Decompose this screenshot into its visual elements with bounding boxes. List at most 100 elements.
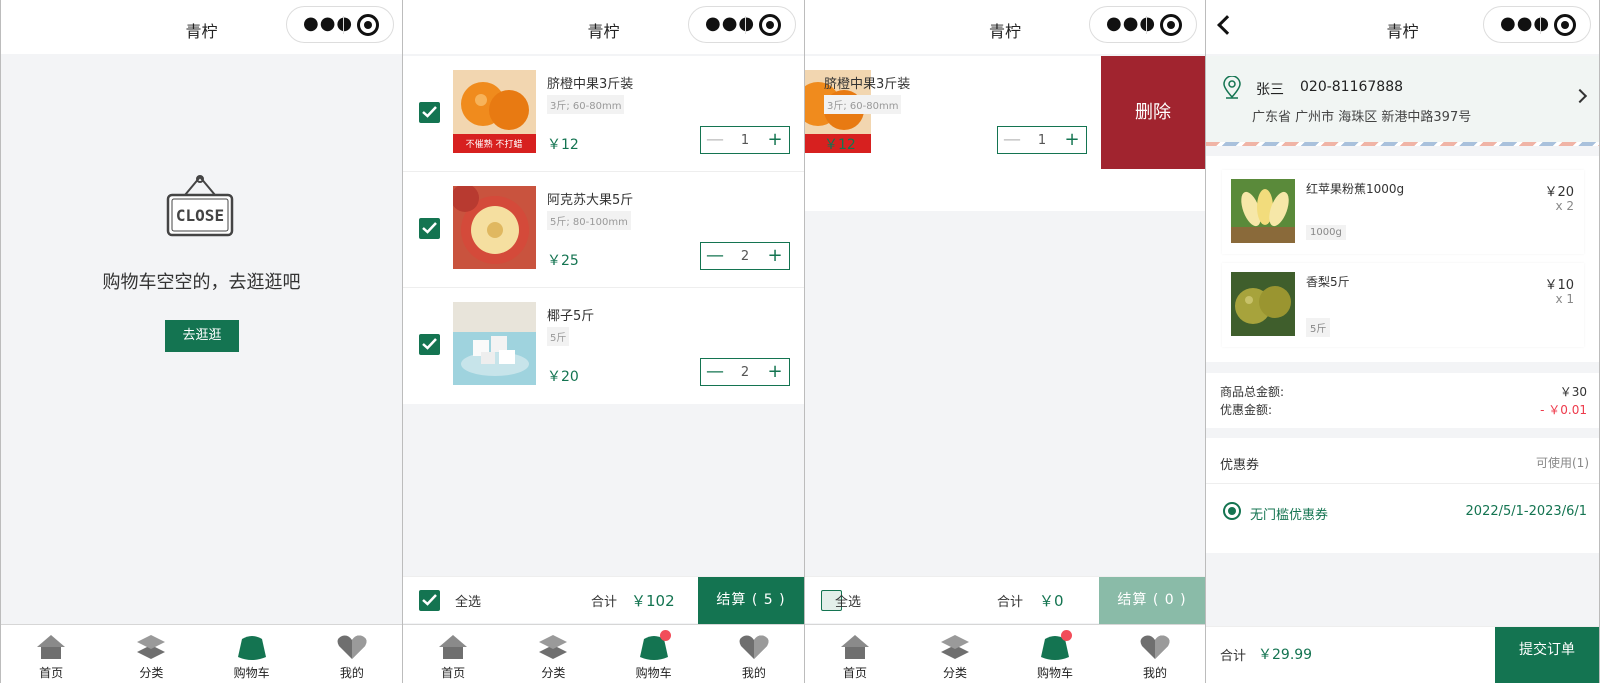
- mini-program-capsule: ●●●: [286, 6, 394, 43]
- coupon-validity: 2022/5/1-2023/6/1: [1465, 504, 1587, 519]
- increase-button[interactable]: +: [1058, 127, 1086, 153]
- more-dots-icon[interactable]: ●●●: [303, 15, 353, 33]
- cart-item: 阿克苏大果5斤 5斤; 80-100mm ￥25 — 2 +: [403, 172, 804, 288]
- coupon-name[interactable]: 无门槛优惠券: [1250, 504, 1328, 523]
- product-image-orange[interactable]: 不催熟 不打蜡: [453, 70, 536, 153]
- address-detail: 广东省 广州市 海珠区 新港中路397号: [1252, 110, 1472, 125]
- item-quantity: x 1: [1555, 292, 1574, 306]
- screen-cart-swipe: 青柠 ●●● 脐橙中果3斤装 3斤; 60-80mm ￥12 — 1 + 删除 …: [804, 0, 1205, 683]
- record-target-icon[interactable]: [1160, 14, 1182, 36]
- more-dots-icon[interactable]: ●●●: [1500, 15, 1550, 33]
- item-spec: 1000g: [1306, 225, 1346, 240]
- cart-badge: [659, 630, 671, 641]
- item-name: 脐橙中果3斤装: [824, 77, 911, 92]
- tab-mine[interactable]: 我的: [1105, 625, 1205, 683]
- tab-label-cart: 购物车: [233, 666, 270, 680]
- more-dots-icon[interactable]: ●●●: [1106, 15, 1156, 33]
- tab-label-home: 首页: [441, 666, 466, 680]
- record-target-icon[interactable]: [1554, 14, 1576, 36]
- quantity-stepper: — 2 +: [700, 242, 790, 270]
- coupon-radio[interactable]: [1223, 502, 1241, 520]
- screen-order-confirm: 青柠 ●●● 张三 020-81167888 广东省 广州市 海珠区 新港中路3…: [1205, 0, 1600, 683]
- check-icon: [422, 338, 437, 350]
- checkout-button[interactable]: 结算 ( 5 ): [698, 577, 804, 624]
- tab-mine[interactable]: 我的: [302, 625, 402, 683]
- submit-order-button[interactable]: 提交订单: [1495, 627, 1599, 683]
- item-price: ￥25: [547, 253, 579, 269]
- discount-value: - ￥0.01: [1540, 403, 1587, 417]
- checkout-button[interactable]: 结算 ( 0 ): [1099, 577, 1205, 624]
- cart-item: 不催熟 不打蜡 脐橙中果3斤装 3斤; 60-80mm ￥12 — 1 +: [403, 56, 804, 172]
- tab-home[interactable]: 首页: [403, 625, 503, 683]
- quantity-value[interactable]: 2: [729, 365, 761, 380]
- item-price: ￥12: [824, 137, 856, 153]
- decrease-button[interactable]: —: [998, 127, 1026, 153]
- tab-cart[interactable]: 购物车: [202, 625, 302, 683]
- coupon-available: 可使用(1): [1536, 456, 1589, 470]
- tab-cart[interactable]: 购物车: [1005, 625, 1105, 683]
- goods-total-label: 商品总金额:: [1220, 385, 1285, 399]
- nav-bar: 青柠 ●●●: [403, 0, 804, 54]
- increase-button[interactable]: +: [761, 243, 789, 269]
- category-layers-icon: [539, 635, 568, 659]
- tab-category[interactable]: 分类: [101, 625, 201, 683]
- tab-category[interactable]: 分类: [905, 625, 1005, 683]
- tab-mine[interactable]: 我的: [704, 625, 804, 683]
- capsule-divider: [1540, 16, 1541, 34]
- increase-button[interactable]: +: [761, 359, 789, 385]
- nav-bar: 青柠 ●●●: [1206, 0, 1599, 54]
- more-dots-icon[interactable]: ●●●: [705, 15, 755, 33]
- category-layers-icon: [941, 635, 969, 659]
- tab-label-category: 分类: [139, 666, 164, 680]
- tab-label-mine: 我的: [741, 666, 766, 680]
- tab-label-mine: 我的: [339, 666, 364, 680]
- decrease-button[interactable]: —: [701, 243, 729, 269]
- tab-cart[interactable]: 购物车: [604, 625, 704, 683]
- tab-home[interactable]: 首页: [1, 625, 101, 683]
- heart-profile-icon: [337, 635, 367, 659]
- swiped-cart-item: 脐橙中果3斤装 3斤; 60-80mm ￥12 — 1 + 删除: [805, 56, 1205, 211]
- order-item: 香梨5斤 5斤 ￥10 x 1: [1222, 263, 1584, 347]
- item-name: 红苹果粉蕉1000g: [1306, 182, 1405, 196]
- check-icon: [422, 222, 437, 234]
- cart-list: 不催熟 不打蜡 脐橙中果3斤装 3斤; 60-80mm ￥12 — 1 + 阿克…: [403, 56, 804, 404]
- tab-category[interactable]: 分类: [503, 625, 603, 683]
- mini-program-capsule: ●●●: [1089, 6, 1197, 43]
- select-all-label[interactable]: 全选: [835, 591, 861, 610]
- item-spec: 3斤; 60-80mm: [824, 95, 902, 114]
- check-icon: [422, 106, 437, 118]
- recipient-phone: 020-81167888: [1300, 79, 1404, 95]
- item-checkbox[interactable]: [419, 218, 440, 239]
- product-image-coconut[interactable]: [453, 302, 536, 385]
- select-all-checkbox[interactable]: [419, 590, 440, 611]
- go-shopping-button[interactable]: 去逛逛: [165, 320, 239, 352]
- close-sign-icon: CLOSE: [166, 175, 234, 237]
- capsule-divider: [1146, 16, 1147, 34]
- total-amount: ￥102: [631, 592, 675, 610]
- product-image-apple[interactable]: [453, 186, 536, 269]
- select-all-label[interactable]: 全选: [455, 591, 481, 610]
- screen-cart: 青柠 ●●● 不催熟 不打蜡 脐橙中果3斤装 3斤; 60-80mm ￥12 —…: [402, 0, 804, 683]
- tab-home[interactable]: 首页: [805, 625, 905, 683]
- item-checkbox[interactable]: [419, 334, 440, 355]
- discount-label: 优惠金额:: [1220, 403, 1273, 417]
- home-icon: [841, 635, 869, 659]
- record-target-icon[interactable]: [759, 14, 781, 36]
- item-price: ￥10: [1544, 278, 1574, 293]
- decrease-button[interactable]: —: [701, 127, 729, 153]
- tab-label-mine: 我的: [1142, 666, 1167, 680]
- mini-program-capsule: ●●●: [688, 6, 796, 43]
- quantity-value[interactable]: 1: [1026, 133, 1058, 148]
- quantity-value[interactable]: 2: [729, 249, 761, 264]
- decrease-button[interactable]: —: [701, 359, 729, 385]
- item-checkbox[interactable]: [419, 102, 440, 123]
- delete-button[interactable]: 删除: [1101, 56, 1205, 169]
- checkout-bar: 全选 合计 ￥102 结算 ( 5 ): [403, 576, 804, 624]
- checkout-bar: 全选 合计 ￥0 结算 ( 0 ): [805, 576, 1205, 624]
- quantity-value[interactable]: 1: [729, 133, 761, 148]
- record-target-icon[interactable]: [357, 14, 379, 36]
- increase-button[interactable]: +: [761, 127, 789, 153]
- nav-bar: 青柠 ●●●: [805, 0, 1205, 54]
- shipping-address[interactable]: 张三 020-81167888 广东省 广州市 海珠区 新港中路397号: [1206, 56, 1599, 146]
- item-name: 脐橙中果3斤装: [547, 77, 634, 92]
